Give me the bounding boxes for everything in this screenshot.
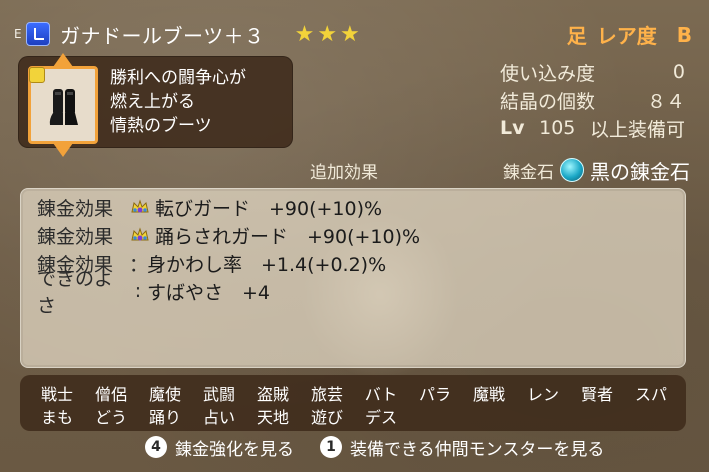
item-icon-selector[interactable] <box>28 53 98 157</box>
job-fortune-teller: 占い <box>202 408 235 427</box>
added-effects-label: 追加効果 <box>310 162 378 183</box>
rarity-grade: B <box>676 22 692 47</box>
effect-key: できのよさ <box>37 268 114 317</box>
job-ranger: レン <box>526 385 559 404</box>
flavor-line-1: 勝利への闘争心が <box>110 68 246 88</box>
crown-icon <box>131 199 149 213</box>
usage-label: 使い込み度 <box>500 62 596 85</box>
lv-prefix: Lv <box>500 117 525 139</box>
job-dancer: 踊り <box>148 408 181 427</box>
view-alchemy-enhancement-button[interactable]: 4 錬金強化を見る <box>145 435 294 460</box>
lock-icon <box>29 67 45 83</box>
view-alchemy-enhancement-label: 錬金強化を見る <box>175 439 294 460</box>
alchemy-stone-icon <box>560 158 584 182</box>
job-tool-user: どう <box>94 408 127 427</box>
job-magic-warrior: 魔戦 <box>472 385 505 404</box>
job-super-star: スパ <box>634 385 667 404</box>
job-thief: 盗賊 <box>256 385 289 404</box>
job-paladin: パラ <box>418 385 451 404</box>
item-description-box: 勝利への闘争心が 燃え上がる 情熱のブーツ <box>18 53 293 157</box>
effect-key: 錬金効果 <box>37 225 114 248</box>
button-1-icon[interactable]: 1 <box>320 436 342 458</box>
crystals-value: ８４ <box>646 90 685 113</box>
arrow-down-icon[interactable] <box>53 143 73 157</box>
effect-row: 錬金効果 踊らされガード +90(+10)% <box>37 221 420 249</box>
alchemy-stone-name: 黒の錬金石 <box>590 159 690 184</box>
footer-hints: 4 錬金強化を見る 1 装備できる仲間モンスターを見る <box>145 434 695 460</box>
lv-value: 105 <box>539 117 576 139</box>
view-equippable-monsters-button[interactable]: 1 装備できる仲間モンスターを見る <box>320 435 604 460</box>
job-tenchi: 天地 <box>256 408 289 427</box>
effect-key: 錬金効果 <box>37 197 114 220</box>
job-row-1: 戦士 僧侶 魔使 武闘 盗賊 旅芸 バト パラ 魔戦 レン 賢者 スパ <box>30 381 678 405</box>
crown-icon <box>131 227 149 241</box>
job-sage: 賢者 <box>580 385 613 404</box>
effect-row: 錬金効果 転びガード +90(+10)% <box>37 193 382 221</box>
rarity-label: レア度 <box>596 24 657 48</box>
button-4-icon[interactable]: 4 <box>145 436 167 458</box>
item-header: E ガナドールブーツ＋３ ★★★ 足 レア度 B <box>10 14 700 54</box>
usage-value: 0 <box>672 61 685 83</box>
job-death-master: デス <box>364 408 397 427</box>
job-martial-artist: 武闘 <box>202 385 235 404</box>
item-name: ガナドールブーツ＋３ <box>60 23 265 48</box>
job-priest: 僧侶 <box>94 385 127 404</box>
effect-text: すばやさ +4 <box>147 281 271 304</box>
effects-header: 追加効果 錬金石 黒の錬金石 <box>310 157 690 184</box>
flavor-line-3: 情熱のブーツ <box>110 116 212 136</box>
item-flavor-text: 勝利への闘争心が 燃え上がる 情熱のブーツ <box>110 66 246 138</box>
alchemy-stone-label: 錬金石 <box>503 162 554 183</box>
job-entertainer: 旅芸 <box>310 385 343 404</box>
equip-slot-foot-icon: 足 <box>566 24 587 48</box>
effect-colon: : <box>134 280 142 302</box>
job-gadabout: 遊び <box>310 408 343 427</box>
effect-row: できのよさ : すばやさ +4 <box>37 268 271 317</box>
item-stats: 使い込み度 0 結晶の個数 ８４ Lv 105 以上装備可 <box>500 58 685 142</box>
effect-text: 踊らされガード +90(+10)% <box>155 225 421 248</box>
effect-colon: ： <box>129 253 149 276</box>
stat-crystals: 結晶の個数 ８４ <box>500 86 685 114</box>
boot-type-icon <box>26 22 50 46</box>
stat-usage: 使い込み度 0 <box>500 58 685 86</box>
crystals-label: 結晶の個数 <box>500 90 596 113</box>
job-row-2: まも どう 踊り 占い 天地 遊び デス <box>30 404 408 428</box>
effect-text: 転びガード +90(+10)% <box>155 197 383 220</box>
stat-level-requirement: Lv 105 以上装備可 <box>500 114 685 142</box>
boots-icon <box>49 89 78 125</box>
job-warrior: 戦士 <box>40 385 73 404</box>
effect-text: 身かわし率 +1.4(+0.2)% <box>147 253 387 276</box>
job-availability-grid: 戦士 僧侶 魔使 武闘 盗賊 旅芸 バト パラ 魔戦 レン 賢者 スパ まも ど… <box>20 375 686 431</box>
job-battle-master: バト <box>364 385 398 404</box>
rarity-panel: 足 レア度 B <box>567 20 692 49</box>
job-mage: 魔使 <box>148 385 181 404</box>
effects-panel: 錬金効果 転びガード +90(+10)% 錬金効果 踊らされガード +90(+1… <box>20 188 686 368</box>
view-equippable-monsters-label: 装備できる仲間モンスターを見る <box>350 439 605 460</box>
job-monster-tamer: まも <box>40 408 73 427</box>
lv-suffix: 以上装備可 <box>589 118 685 141</box>
equipped-mark: E <box>14 27 22 41</box>
arrow-up-icon[interactable] <box>53 53 73 67</box>
flavor-line-2: 燃え上がる <box>110 92 195 112</box>
star-rating: ★★★ <box>294 21 363 47</box>
